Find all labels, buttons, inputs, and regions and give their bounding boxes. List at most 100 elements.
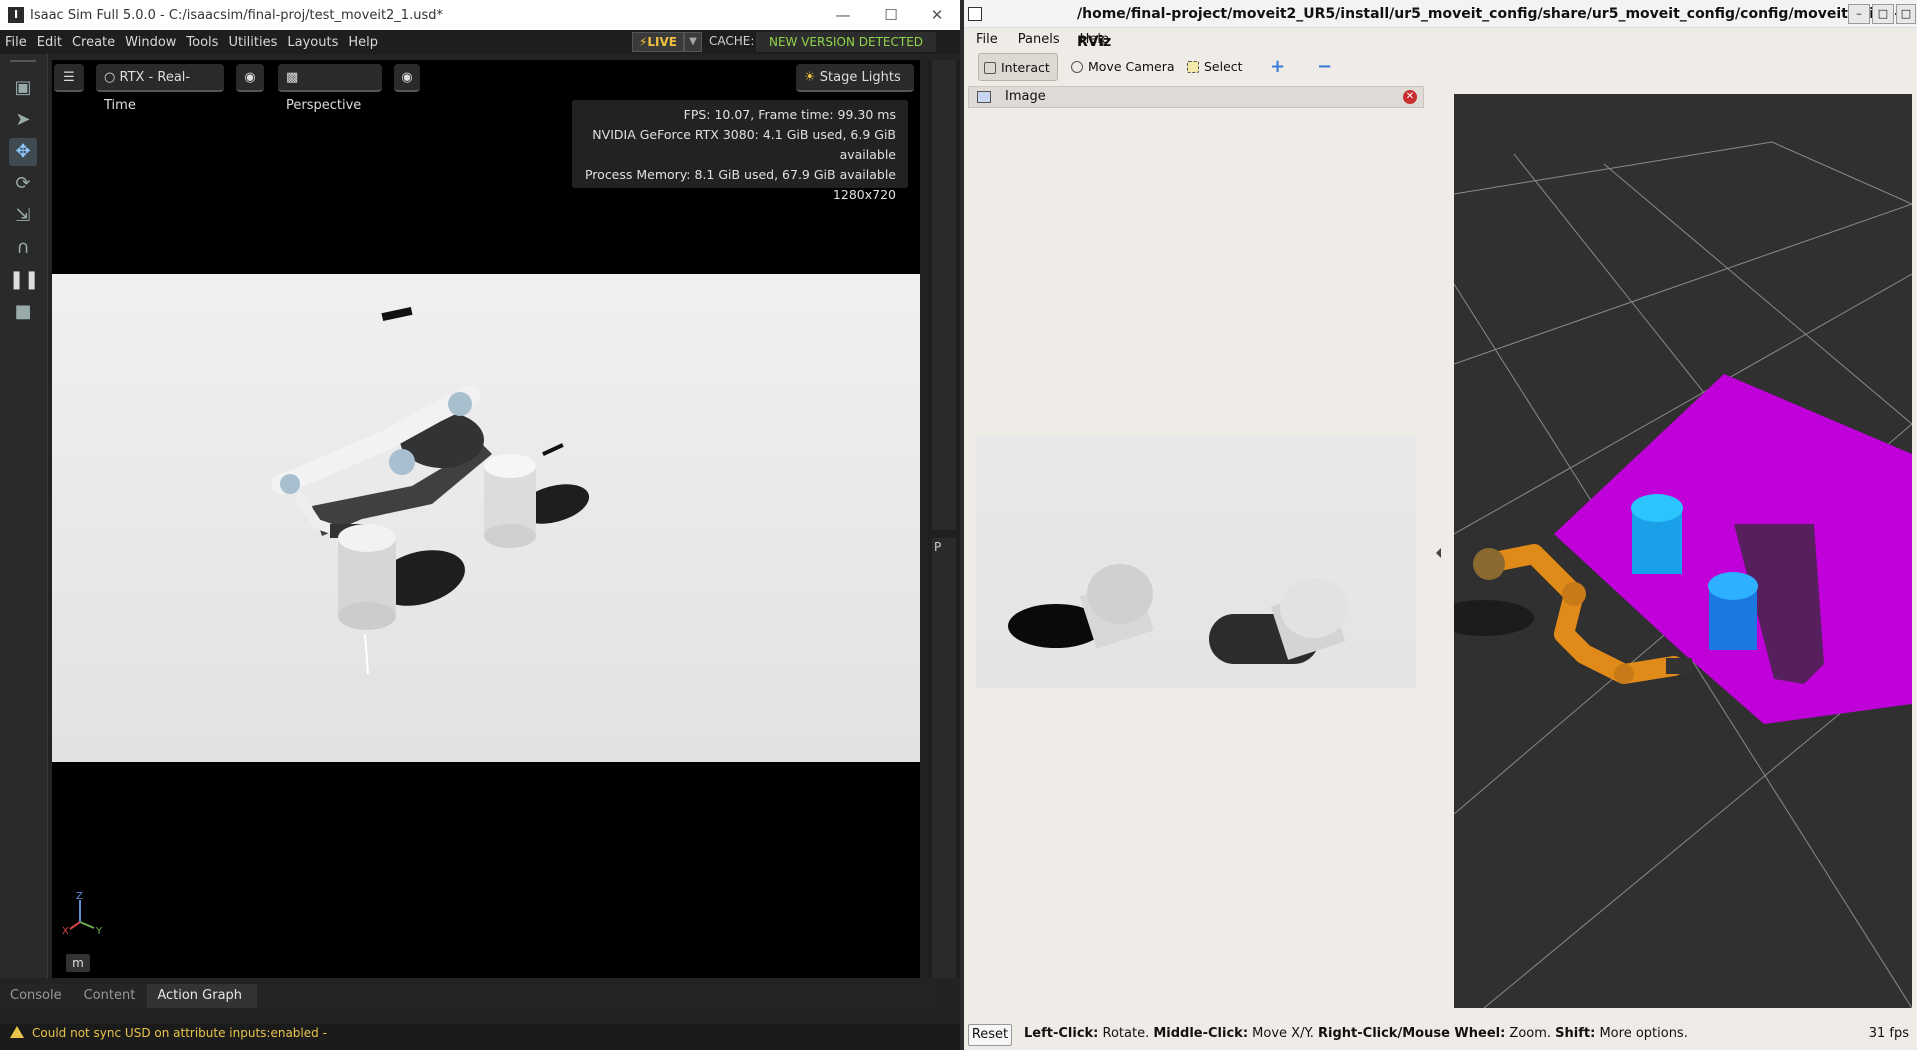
fps-counter: 31 fps [1868, 1026, 1909, 1041]
move-icon[interactable]: ✥ [9, 138, 37, 166]
minimize-icon[interactable]: – [1848, 4, 1870, 24]
move-camera-icon [1071, 61, 1083, 73]
console-warning[interactable]: Could not sync USD on attribute inputs:e… [0, 1024, 960, 1050]
live-dropdown-icon[interactable]: ▼ [684, 32, 702, 52]
cache-label: CACHE: [709, 34, 755, 48]
select-mode-icon[interactable]: ▣ [9, 74, 37, 102]
axis-y-label: Y [95, 926, 103, 937]
stop-icon[interactable]: ■ [9, 298, 37, 326]
snap-magnet-icon[interactable]: ∩ [9, 234, 37, 262]
robot-joint [448, 392, 472, 416]
tab-console[interactable]: Console [0, 984, 72, 1008]
hint-left-click: Left-Click: [1024, 1026, 1099, 1041]
scale-icon[interactable]: ⇲ [9, 202, 37, 230]
isaac-sim-window: I Isaac Sim Full 5.0.0 - C:/isaacsim/fin… [0, 0, 960, 1050]
menu-layouts[interactable]: Layouts [282, 35, 343, 50]
menu-window[interactable]: Window [120, 35, 181, 50]
isaac-logo-icon: I [8, 7, 24, 23]
close-icon[interactable]: □ [1896, 4, 1916, 24]
cylinder-top [1087, 564, 1153, 624]
stage-lights-button[interactable]: ☀ Stage Lights [796, 64, 914, 92]
stage-panel-collapsed[interactable] [932, 60, 956, 530]
camera-image [976, 436, 1416, 688]
property-panel-collapsed[interactable] [932, 538, 956, 978]
maximize-icon[interactable]: ☐ [868, 0, 914, 30]
image-panel-title: Image [1005, 89, 1046, 104]
viewport-stats-overlay: FPS: 10.07, Frame time: 99.30 ms NVIDIA … [572, 100, 908, 202]
cylinder-top [484, 454, 536, 478]
right-dock-strip: P [928, 60, 960, 978]
panel-splitter[interactable] [1432, 86, 1452, 1010]
pointer-icon[interactable]: ➤ [9, 106, 37, 134]
pause-icon[interactable]: ❚❚ [9, 266, 39, 294]
eye-icon[interactable]: ◉ [236, 64, 264, 92]
live-button[interactable]: ⚡LIVE [632, 32, 684, 52]
warning-icon [10, 1026, 24, 1038]
rviz-3d-view[interactable] [1434, 94, 1913, 1009]
robot-joint [1614, 664, 1634, 684]
maximize-icon[interactable]: □ [1872, 4, 1894, 24]
cylinder-bottom [484, 524, 536, 548]
rviz-3d-drawing [1434, 141, 1913, 1009]
axis-x-label: X [62, 926, 69, 937]
rotate-icon[interactable]: ⟳ [9, 170, 37, 198]
render-mode-button[interactable]: ○ RTX - Real-Time [96, 64, 224, 113]
scene-drawing [272, 306, 590, 675]
isaac-menu-bar: File Edit Create Window Tools Utilities … [0, 30, 960, 54]
menu-file[interactable]: File [0, 35, 32, 50]
rviz-app-icon [968, 7, 982, 21]
floating-object-small [542, 443, 564, 457]
menu-edit[interactable]: Edit [32, 35, 67, 50]
cylinder-top [338, 524, 396, 552]
new-version-badge[interactable]: NEW VERSION DETECTED [756, 32, 936, 52]
cylinder-bottom [338, 602, 396, 630]
move-camera-tool-button[interactable]: Move Camera [1066, 53, 1181, 81]
image-panel: Image ✕ [968, 86, 1424, 1010]
add-tool-icon[interactable]: + [1262, 53, 1293, 81]
hint-more: More options. [1595, 1026, 1688, 1041]
reset-button[interactable]: Reset [968, 1024, 1012, 1046]
rviz-title-bar: /home/final-project/moveit2_UR5/install/… [964, 0, 1917, 50]
robot-joint [389, 449, 415, 475]
axis-z-label: Z [76, 892, 83, 902]
menu-help[interactable]: Help [343, 35, 383, 50]
resolution-stat: 1280x720 [832, 187, 896, 202]
camera-button[interactable]: ▩ Perspective [278, 64, 382, 113]
octomap-cylinder-top [1708, 572, 1758, 600]
rviz-window: /home/final-project/moveit2_UR5/install/… [964, 0, 1917, 1050]
unit-indicator[interactable]: m [66, 954, 90, 972]
isaac-title-bar: I Isaac Sim Full 5.0.0 - C:/isaacsim/fin… [0, 0, 960, 30]
lightbulb-icon: ○ [104, 70, 120, 85]
interact-tool-button[interactable]: Interact [978, 53, 1058, 81]
menu-utilities[interactable]: Utilities [223, 35, 282, 50]
octomap-cylinder-top [1631, 494, 1683, 522]
select-tool-button[interactable]: Select [1182, 53, 1249, 81]
tab-action-graph[interactable]: Action Graph [147, 984, 258, 1008]
isaac-viewport[interactable]: ☰ ○ RTX - Real-Time ◉ ▩ Perspective ◉ ☀ … [52, 60, 920, 978]
hint-zoom: Zoom. [1505, 1026, 1556, 1041]
toolbar-grip [10, 60, 36, 62]
camera-icon: ▩ [286, 70, 299, 85]
live-label: LIVE [647, 35, 678, 49]
minimize-icon[interactable]: — [820, 0, 866, 30]
menu-panels[interactable]: Panels [1006, 32, 1068, 47]
camera-image-drawing [1008, 564, 1348, 664]
image-panel-header: Image ✕ [968, 86, 1424, 108]
floating-object [381, 306, 413, 322]
menu-help[interactable]: Help [1068, 32, 1118, 47]
image-icon [977, 91, 991, 103]
audio-icon[interactable]: ◉ [394, 64, 420, 92]
menu-tools[interactable]: Tools [181, 35, 223, 50]
gpu-stat: NVIDIA GeForce RTX 3080: 4.1 GiB used, 6… [592, 127, 896, 162]
select-label: Select [1204, 59, 1243, 74]
close-icon[interactable]: ✕ [914, 0, 960, 30]
remove-tool-icon[interactable]: − [1309, 53, 1340, 81]
tab-content[interactable]: Content [74, 984, 146, 1008]
menu-file[interactable]: File [964, 32, 1006, 47]
camera-label: Perspective [286, 98, 362, 113]
hint-right-click: Right-Click/Mouse Wheel: [1318, 1026, 1506, 1041]
close-panel-icon[interactable]: ✕ [1403, 90, 1417, 104]
menu-create[interactable]: Create [67, 35, 120, 50]
viewport-settings-icon[interactable]: ☰ [54, 64, 84, 92]
collapse-arrow-icon[interactable] [1436, 548, 1441, 558]
